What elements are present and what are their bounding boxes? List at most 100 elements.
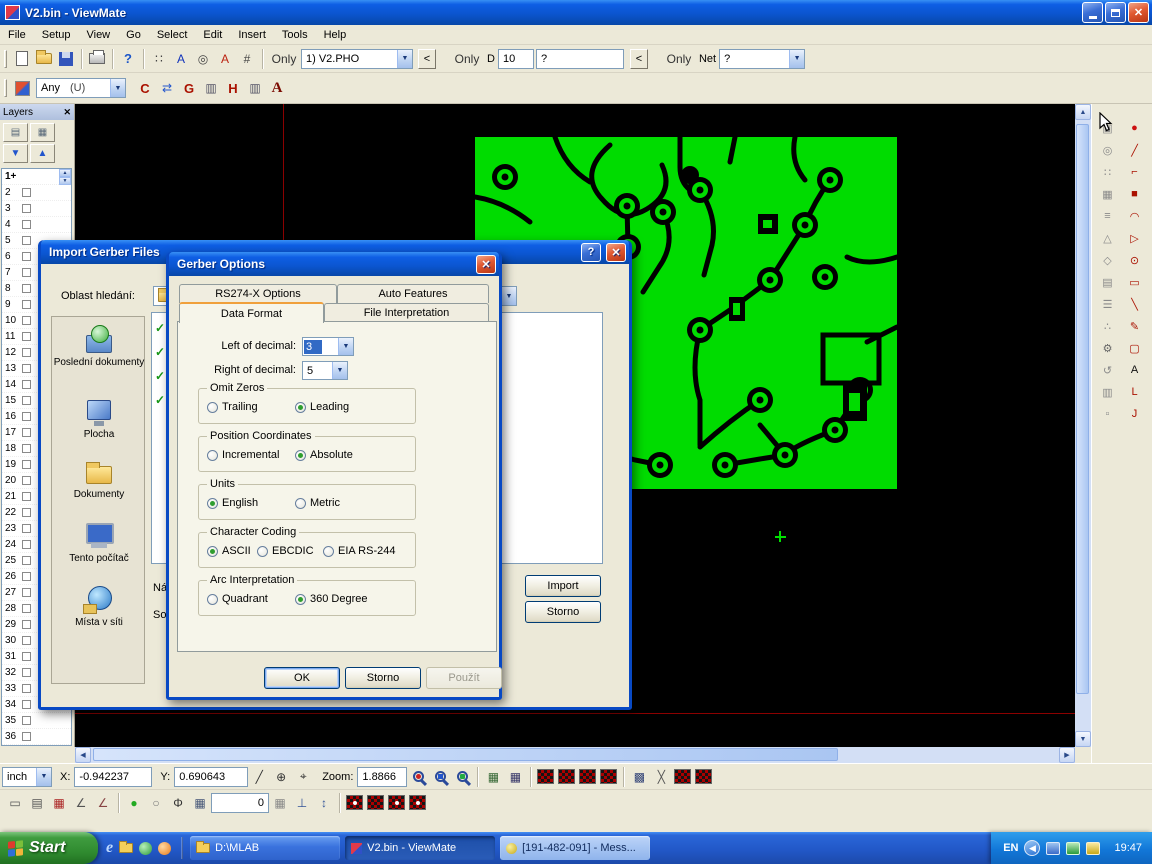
tool-icon[interactable]: ∷: [1095, 162, 1120, 182]
tool-icon[interactable]: ▤: [1095, 272, 1120, 292]
menu-item[interactable]: Edit: [195, 26, 230, 44]
measure-tool-icon[interactable]: ◎: [192, 48, 214, 70]
edit-tool-icon[interactable]: ▦: [48, 792, 70, 814]
radio-english[interactable]: English: [207, 497, 258, 509]
place-recent-documents[interactable]: Poslední dokumenty: [52, 325, 146, 368]
tool-icon[interactable]: ▦: [1095, 184, 1120, 204]
print-button[interactable]: [86, 48, 108, 70]
gerber-dialog-titlebar[interactable]: Gerber Options ✕: [169, 252, 499, 276]
layer-color-swatch[interactable]: [22, 300, 31, 309]
layer-color-swatch[interactable]: [22, 604, 31, 613]
tool-icon[interactable]: ◇: [1095, 250, 1120, 270]
gerber-tool-button[interactable]: G: [178, 77, 200, 99]
layer-color-swatch[interactable]: [22, 316, 31, 325]
tool-icon[interactable]: ◎: [1095, 140, 1120, 160]
tool-icon[interactable]: ▫: [1095, 404, 1120, 424]
layer-spinner[interactable]: ▲ ▼: [59, 169, 71, 185]
spinner-down-icon[interactable]: ▼: [59, 177, 71, 185]
layer-color-swatch[interactable]: [22, 652, 31, 661]
tool-icon[interactable]: J: [1122, 404, 1147, 424]
tab-file-interpretation[interactable]: File Interpretation: [324, 303, 489, 322]
layer-color-swatch[interactable]: [22, 620, 31, 629]
panel-close-icon[interactable]: ✕: [63, 107, 71, 118]
only-layer-toggle[interactable]: Only: [267, 48, 301, 70]
menu-item[interactable]: Go: [118, 26, 149, 44]
folder-quicklaunch-icon[interactable]: [119, 843, 133, 853]
import-button[interactable]: Import: [525, 575, 601, 597]
layer-color-swatch[interactable]: [22, 700, 31, 709]
measure-tool-icon[interactable]: #: [236, 48, 258, 70]
layers-panel-button[interactable]: ▼: [3, 144, 28, 163]
horizontal-scrollbar[interactable]: ◀ ▶: [75, 747, 1075, 763]
tool-icon[interactable]: ■: [1122, 184, 1147, 204]
dialog-help-button[interactable]: ?: [581, 243, 601, 262]
layers-panel-header[interactable]: Layers ✕: [0, 104, 74, 120]
only-dcode-toggle[interactable]: Only: [450, 48, 484, 70]
dropdown-icon[interactable]: ▼: [110, 79, 125, 97]
layer-color-swatch[interactable]: [22, 508, 31, 517]
net-combo[interactable]: ? ▼: [719, 49, 805, 69]
tool-icon[interactable]: ╱: [1122, 140, 1147, 160]
media-quicklaunch-icon[interactable]: [139, 842, 152, 855]
layer-color-swatch[interactable]: [22, 396, 31, 405]
layers-panel-button[interactable]: ▲: [30, 144, 55, 163]
radio-360-degree[interactable]: 360 Degree: [295, 593, 368, 605]
layer-color-swatch[interactable]: [22, 348, 31, 357]
layer-color-swatch[interactable]: [22, 684, 31, 693]
layer-color-swatch[interactable]: [22, 332, 31, 341]
menu-item[interactable]: Setup: [34, 26, 79, 44]
layer-row[interactable]: 2: [2, 185, 71, 201]
grid-tool-button[interactable]: ▥: [200, 77, 222, 99]
tool-icon[interactable]: ✎: [1122, 316, 1147, 336]
place-desktop[interactable]: Plocha: [52, 397, 146, 440]
menu-item[interactable]: Insert: [230, 26, 274, 44]
dcode-field[interactable]: 10: [498, 49, 534, 69]
any-filter-combo[interactable]: Any (U) ▼: [36, 78, 126, 98]
menu-item[interactable]: Select: [149, 26, 196, 44]
x-coordinate-field[interactable]: -0.942237: [74, 767, 152, 787]
layers-panel-button[interactable]: ▤: [3, 123, 28, 142]
pattern-tool-icon[interactable]: [695, 769, 712, 784]
layer-row[interactable]: 36: [2, 729, 71, 745]
tool-icon[interactable]: L: [1122, 382, 1147, 402]
measure-tool-icon[interactable]: A: [214, 48, 236, 70]
cancel-button[interactable]: Storno: [345, 667, 421, 689]
menu-item[interactable]: File: [0, 26, 34, 44]
layer-color-swatch[interactable]: [22, 284, 31, 293]
aperture-pattern-icon[interactable]: [409, 795, 426, 810]
tool-icon[interactable]: A: [1122, 360, 1147, 380]
edit-tool-icon[interactable]: ▤: [26, 792, 48, 814]
ok-button[interactable]: OK: [264, 667, 340, 689]
spinner-up-icon[interactable]: ▲: [59, 169, 71, 177]
radio-quadrant[interactable]: Quadrant: [207, 593, 268, 605]
context-help-button[interactable]: ?: [117, 48, 139, 70]
measure-tool-icon[interactable]: ∷: [148, 48, 170, 70]
layer-combo[interactable]: 1) V2.PHO ▼: [301, 49, 413, 69]
left-decimal-select[interactable]: 3 ▼: [302, 337, 354, 356]
tool-icon[interactable]: ╲: [1122, 294, 1147, 314]
scroll-left-icon[interactable]: ◀: [75, 747, 91, 763]
layer-color-swatch[interactable]: [22, 588, 31, 597]
place-my-computer[interactable]: Tento počítač: [52, 521, 146, 564]
dropdown-icon[interactable]: ▼: [397, 50, 412, 68]
new-file-button[interactable]: [11, 48, 33, 70]
layer-color-swatch[interactable]: [22, 476, 31, 485]
prev-layer-button[interactable]: <: [418, 49, 436, 69]
zoom-field[interactable]: 1.8866: [357, 767, 407, 787]
edit-tool-icon[interactable]: ∠: [70, 792, 92, 814]
aperture-pattern-icon[interactable]: [346, 795, 363, 810]
dialog-close-button[interactable]: ✕: [606, 243, 626, 262]
tool-icon[interactable]: ≡: [1095, 206, 1120, 226]
nav-tool-icon[interactable]: ╱: [248, 766, 270, 788]
layer-color-swatch[interactable]: [22, 380, 31, 389]
place-documents[interactable]: Dokumenty: [52, 457, 146, 500]
layer-color-swatch[interactable]: [22, 412, 31, 421]
start-button[interactable]: Start: [0, 832, 98, 864]
dcode-status-field[interactable]: 0: [211, 793, 269, 813]
vertical-scrollbar[interactable]: ▲ ▼: [1075, 104, 1091, 747]
layer-color-swatch[interactable]: [22, 236, 31, 245]
highlight-tool-button[interactable]: H: [222, 77, 244, 99]
tool-icon[interactable]: ↺: [1095, 360, 1120, 380]
only-net-toggle[interactable]: Only: [662, 48, 696, 70]
toolbar-grip[interactable]: [4, 79, 7, 97]
